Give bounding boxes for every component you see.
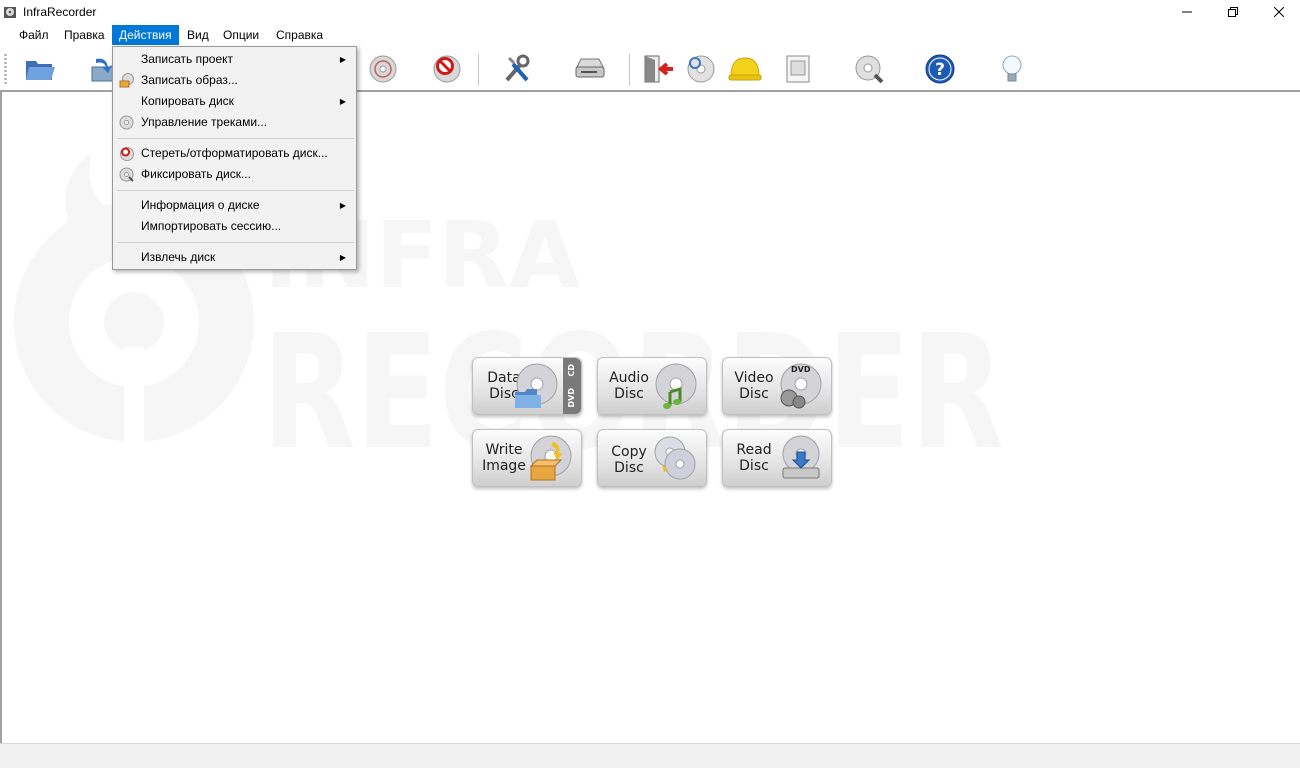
manage-tracks-icon (369, 55, 397, 83)
menu-manage-tracks[interactable]: Управление треками... (115, 112, 354, 133)
status-bar (0, 743, 1300, 768)
read-disc-button[interactable]: Read Disc (722, 429, 832, 487)
read-disc-label: Read Disc (736, 442, 772, 474)
video-disc-icon: DVD (780, 363, 822, 409)
read-disc-icon (782, 435, 820, 479)
menu-separator (117, 138, 354, 139)
window-title: InfraRecorder (23, 5, 97, 19)
menu-separator (117, 242, 354, 243)
menu-eject-disc[interactable]: Извлечь диск ▶ (115, 247, 354, 268)
copy-disc-icon (654, 436, 696, 480)
close-button[interactable] (1256, 0, 1300, 24)
restore-icon (1228, 7, 1238, 17)
exit-button[interactable] (640, 52, 676, 86)
title-bar: InfraRecorder (0, 0, 1300, 24)
menu-copy-disc[interactable]: Копировать диск ▶ (115, 91, 354, 112)
tools-icon (505, 54, 530, 82)
dvd-logo: DVD (791, 365, 811, 374)
help-button[interactable]: ? (922, 52, 958, 86)
video-disc-label: Video Disc (734, 370, 774, 402)
menu-help[interactable]: Справка (269, 25, 330, 45)
close-icon (1274, 7, 1284, 17)
menu-bar: Файл Правка Действия Вид Опции Справка (0, 24, 1300, 46)
tools-button[interactable] (499, 52, 535, 86)
app-logo-icon (4, 7, 16, 18)
menu-disc-info[interactable]: Информация о диске ▶ (115, 195, 354, 216)
menu-view[interactable]: Вид (180, 25, 216, 45)
submenu-arrow-icon: ▶ (339, 201, 346, 210)
project-button[interactable] (727, 52, 763, 86)
toolbar-separator (478, 54, 479, 86)
open-project-button[interactable] (22, 52, 58, 86)
help-icon: ? (925, 54, 955, 84)
write-image-icon (529, 435, 572, 481)
minimize-button[interactable] (1164, 0, 1210, 24)
submenu-arrow-icon: ▶ (339, 253, 346, 262)
submenu-arrow-icon: ▶ (339, 97, 346, 106)
menu-separator (117, 190, 354, 191)
copy-disc-label: Copy Disc (611, 444, 647, 476)
disc-info-icon (687, 55, 715, 83)
tip-button[interactable] (994, 52, 1030, 86)
log-icon (786, 55, 810, 83)
menu-erase-disc[interactable]: Стереть/отформатировать диск... (115, 143, 354, 164)
menu-options[interactable]: Опции (216, 25, 266, 45)
erase-disc-button[interactable] (429, 52, 465, 86)
write-image-label: Write Image (482, 442, 526, 474)
minimize-icon (1182, 11, 1192, 13)
video-disc-button[interactable]: Video Disc DVD (722, 357, 832, 415)
maximize-button[interactable] (1210, 0, 1256, 24)
fixate-icon (119, 167, 134, 182)
drive-icon (575, 58, 605, 78)
disc-search-icon (855, 55, 884, 84)
erase-disc-icon (433, 55, 461, 83)
menu-actions[interactable]: Действия (112, 25, 179, 45)
data-disc-button[interactable]: Data Disc CD DVD (472, 357, 582, 415)
open-folder-icon (26, 61, 55, 80)
audio-disc-label: Audio Disc (609, 370, 649, 402)
disc-info-button[interactable] (683, 52, 719, 86)
manage-tracks-button[interactable] (365, 52, 401, 86)
erase-icon (120, 147, 134, 161)
exit-icon (644, 55, 673, 83)
copy-disc-button[interactable]: Copy Disc (597, 429, 707, 487)
toolbar-separator (629, 54, 630, 86)
actions-dropdown-menu: Записать проект ▶ Записать образ... Копи… (112, 46, 357, 270)
submenu-arrow-icon: ▶ (339, 55, 346, 64)
write-image-button[interactable]: Write Image (472, 429, 582, 487)
menu-burn-image[interactable]: Записать образ... (115, 70, 354, 91)
log-button[interactable] (780, 52, 816, 86)
data-disc-icon (515, 363, 558, 408)
drive-button[interactable] (572, 52, 608, 86)
toolbar-grip[interactable] (4, 54, 7, 84)
disc-search-button[interactable] (851, 52, 887, 86)
menu-edit[interactable]: Правка (57, 25, 112, 45)
menu-burn-project[interactable]: Записать проект ▶ (115, 49, 354, 70)
tracks-icon (119, 115, 134, 130)
menu-file[interactable]: Файл (12, 25, 56, 45)
svg-text:?: ? (935, 60, 945, 80)
project-icon (728, 57, 762, 81)
audio-disc-icon (655, 363, 697, 409)
menu-import-session[interactable]: Импортировать сессию... (115, 216, 354, 237)
cd-dvd-tab: CD DVD (563, 358, 581, 414)
write-image-icon (119, 73, 134, 88)
tip-icon (1002, 55, 1022, 82)
audio-disc-button[interactable]: Audio Disc (597, 357, 707, 415)
menu-fixate-disc[interactable]: Фиксировать диск... (115, 164, 354, 185)
